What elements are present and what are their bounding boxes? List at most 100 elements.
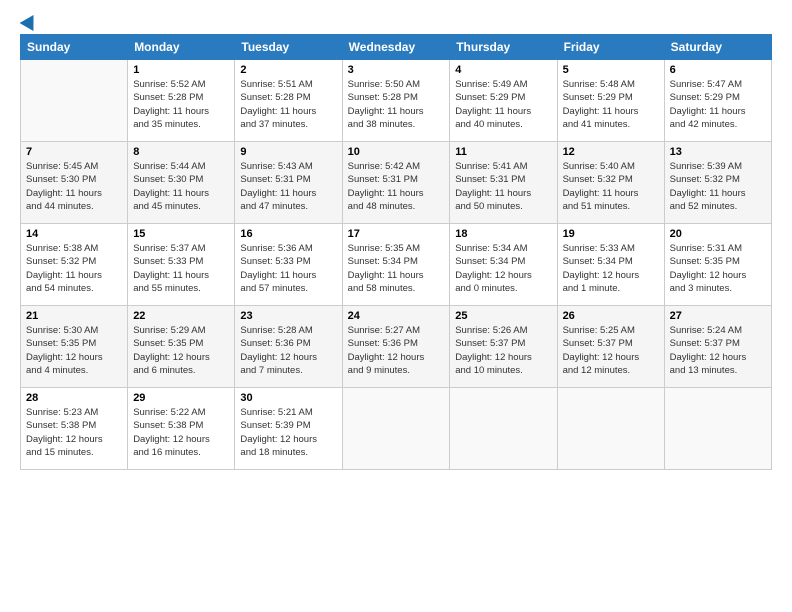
day-info: Sunrise: 5:47 AMSunset: 5:29 PMDaylight:…	[670, 78, 766, 131]
calendar-cell: 4Sunrise: 5:49 AMSunset: 5:29 PMDaylight…	[450, 60, 557, 142]
day-number: 9	[240, 146, 336, 158]
day-number: 11	[455, 146, 551, 158]
calendar-cell: 12 Sunrise: 5:40 AMSunset: 5:32 PMDayligh…	[557, 142, 664, 224]
weekday-header-monday: Monday	[128, 35, 235, 60]
calendar-cell: 17 Sunrise: 5:35 AMSunset: 5:34 PMDayligh…	[342, 224, 450, 306]
calendar-cell	[450, 388, 557, 470]
calendar-cell: 16 Sunrise: 5:36 AMSunset: 5:33 PMDayligh…	[235, 224, 342, 306]
calendar-week-row: 21 Sunrise: 5:30 AMSunset: 5:35 PMDayligh…	[21, 306, 772, 388]
calendar-cell: 25 Sunrise: 5:26 AMSunset: 5:37 PMDayligh…	[450, 306, 557, 388]
day-info: Sunrise: 5:45 AMSunset: 5:30 PMDaylight:…	[26, 160, 122, 213]
calendar-cell	[664, 388, 771, 470]
day-number: 17	[348, 228, 445, 240]
day-number: 30	[240, 392, 336, 404]
weekday-header-row: SundayMondayTuesdayWednesdayThursdayFrid…	[21, 35, 772, 60]
day-info: Sunrise: 5:37 AMSunset: 5:33 PMDaylight:…	[133, 242, 229, 295]
logo-triangle-icon	[20, 11, 41, 31]
calendar-week-row: 1Sunrise: 5:52 AMSunset: 5:28 PMDaylight…	[21, 60, 772, 142]
page: SundayMondayTuesdayWednesdayThursdayFrid…	[0, 0, 792, 612]
day-number: 12	[563, 146, 659, 158]
calendar-cell	[342, 388, 450, 470]
calendar-cell: 6 Sunrise: 5:47 AMSunset: 5:29 PMDaylight…	[664, 60, 771, 142]
calendar-cell: 18Sunrise: 5:34 AMSunset: 5:34 PMDayligh…	[450, 224, 557, 306]
day-number: 16	[240, 228, 336, 240]
day-number: 14	[26, 228, 122, 240]
calendar-cell: 10 Sunrise: 5:42 AMSunset: 5:31 PMDayligh…	[342, 142, 450, 224]
calendar-cell: 28 Sunrise: 5:23 AMSunset: 5:38 PMDayligh…	[21, 388, 128, 470]
weekday-header-tuesday: Tuesday	[235, 35, 342, 60]
day-number: 22	[133, 310, 229, 322]
calendar-cell: 23Sunrise: 5:28 AMSunset: 5:36 PMDayligh…	[235, 306, 342, 388]
day-info: Sunrise: 5:40 AMSunset: 5:32 PMDaylight:…	[563, 160, 659, 213]
calendar-cell: 8 Sunrise: 5:44 AMSunset: 5:30 PMDaylight…	[128, 142, 235, 224]
calendar-cell: 27 Sunrise: 5:24 AMSunset: 5:37 PMDayligh…	[664, 306, 771, 388]
day-number: 7	[26, 146, 122, 158]
calendar-week-row: 7 Sunrise: 5:45 AMSunset: 5:30 PMDaylight…	[21, 142, 772, 224]
day-info: Sunrise: 5:29 AMSunset: 5:35 PMDaylight:…	[133, 324, 229, 377]
day-number: 20	[670, 228, 766, 240]
day-info: Sunrise: 5:31 AMSunset: 5:35 PMDaylight:…	[670, 242, 766, 295]
calendar-cell: 7 Sunrise: 5:45 AMSunset: 5:30 PMDaylight…	[21, 142, 128, 224]
logo	[20, 18, 38, 28]
calendar-cell: 21 Sunrise: 5:30 AMSunset: 5:35 PMDayligh…	[21, 306, 128, 388]
weekday-header-wednesday: Wednesday	[342, 35, 450, 60]
day-info: Sunrise: 5:39 AMSunset: 5:32 PMDaylight:…	[670, 160, 766, 213]
day-number: 1	[133, 64, 229, 76]
day-number: 13	[670, 146, 766, 158]
day-number: 2	[240, 64, 336, 76]
calendar-cell: 13 Sunrise: 5:39 AMSunset: 5:32 PMDayligh…	[664, 142, 771, 224]
day-info: Sunrise: 5:48 AMSunset: 5:29 PMDaylight:…	[563, 78, 659, 131]
day-number: 21	[26, 310, 122, 322]
calendar-cell: 5Sunrise: 5:48 AMSunset: 5:29 PMDaylight…	[557, 60, 664, 142]
day-number: 27	[670, 310, 766, 322]
calendar-cell: 20 Sunrise: 5:31 AMSunset: 5:35 PMDayligh…	[664, 224, 771, 306]
calendar-cell: 14Sunrise: 5:38 AMSunset: 5:32 PMDayligh…	[21, 224, 128, 306]
day-info: Sunrise: 5:23 AMSunset: 5:38 PMDaylight:…	[26, 406, 122, 459]
calendar-cell	[21, 60, 128, 142]
calendar-cell: 30 Sunrise: 5:21 AMSunset: 5:39 PMDayligh…	[235, 388, 342, 470]
day-info: Sunrise: 5:25 AMSunset: 5:37 PMDaylight:…	[563, 324, 659, 377]
day-number: 8	[133, 146, 229, 158]
day-info: Sunrise: 5:50 AMSunset: 5:28 PMDaylight:…	[348, 78, 445, 131]
day-info: Sunrise: 5:22 AMSunset: 5:38 PMDaylight:…	[133, 406, 229, 459]
calendar-cell: 15 Sunrise: 5:37 AMSunset: 5:33 PMDayligh…	[128, 224, 235, 306]
day-number: 25	[455, 310, 551, 322]
day-number: 6	[670, 64, 766, 76]
day-info: Sunrise: 5:27 AMSunset: 5:36 PMDaylight:…	[348, 324, 445, 377]
calendar-cell: 19Sunrise: 5:33 AMSunset: 5:34 PMDayligh…	[557, 224, 664, 306]
calendar-cell: 29 Sunrise: 5:22 AMSunset: 5:38 PMDayligh…	[128, 388, 235, 470]
day-info: Sunrise: 5:44 AMSunset: 5:30 PMDaylight:…	[133, 160, 229, 213]
calendar-cell: 22 Sunrise: 5:29 AMSunset: 5:35 PMDayligh…	[128, 306, 235, 388]
day-info: Sunrise: 5:36 AMSunset: 5:33 PMDaylight:…	[240, 242, 336, 295]
header	[20, 18, 772, 28]
calendar-cell: 3Sunrise: 5:50 AMSunset: 5:28 PMDaylight…	[342, 60, 450, 142]
calendar-cell: 1Sunrise: 5:52 AMSunset: 5:28 PMDaylight…	[128, 60, 235, 142]
day-number: 18	[455, 228, 551, 240]
weekday-header-saturday: Saturday	[664, 35, 771, 60]
weekday-header-thursday: Thursday	[450, 35, 557, 60]
calendar-cell: 24 Sunrise: 5:27 AMSunset: 5:36 PMDayligh…	[342, 306, 450, 388]
day-number: 29	[133, 392, 229, 404]
day-info: Sunrise: 5:41 AMSunset: 5:31 PMDaylight:…	[455, 160, 551, 213]
calendar-cell: 9 Sunrise: 5:43 AMSunset: 5:31 PMDaylight…	[235, 142, 342, 224]
day-info: Sunrise: 5:43 AMSunset: 5:31 PMDaylight:…	[240, 160, 336, 213]
day-number: 10	[348, 146, 445, 158]
day-number: 4	[455, 64, 551, 76]
day-number: 23	[240, 310, 336, 322]
calendar-cell	[557, 388, 664, 470]
calendar-table: SundayMondayTuesdayWednesdayThursdayFrid…	[20, 34, 772, 470]
day-info: Sunrise: 5:21 AMSunset: 5:39 PMDaylight:…	[240, 406, 336, 459]
weekday-header-sunday: Sunday	[21, 35, 128, 60]
day-info: Sunrise: 5:42 AMSunset: 5:31 PMDaylight:…	[348, 160, 445, 213]
day-number: 24	[348, 310, 445, 322]
day-info: Sunrise: 5:35 AMSunset: 5:34 PMDaylight:…	[348, 242, 445, 295]
day-info: Sunrise: 5:30 AMSunset: 5:35 PMDaylight:…	[26, 324, 122, 377]
day-info: Sunrise: 5:24 AMSunset: 5:37 PMDaylight:…	[670, 324, 766, 377]
day-info: Sunrise: 5:26 AMSunset: 5:37 PMDaylight:…	[455, 324, 551, 377]
day-number: 26	[563, 310, 659, 322]
day-number: 15	[133, 228, 229, 240]
calendar-cell: 11 Sunrise: 5:41 AMSunset: 5:31 PMDayligh…	[450, 142, 557, 224]
day-number: 28	[26, 392, 122, 404]
calendar-week-row: 14Sunrise: 5:38 AMSunset: 5:32 PMDayligh…	[21, 224, 772, 306]
calendar-cell: 2Sunrise: 5:51 AMSunset: 5:28 PMDaylight…	[235, 60, 342, 142]
